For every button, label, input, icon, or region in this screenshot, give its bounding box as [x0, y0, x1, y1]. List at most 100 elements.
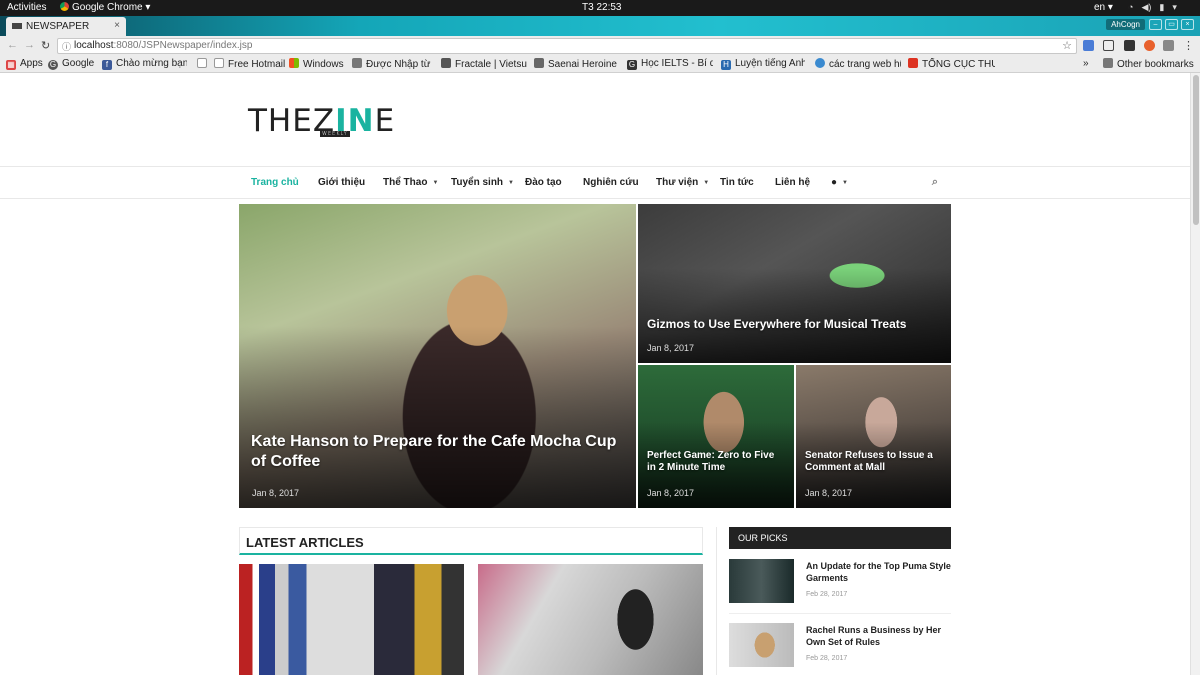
- section-heading: LATEST ARTICLES: [246, 535, 364, 550]
- minimize-window-button[interactable]: –: [1149, 19, 1162, 30]
- chevron-down-icon: ▼: [703, 180, 710, 186]
- app-menu[interactable]: Google Chrome ▾: [60, 2, 150, 13]
- globe-icon: [815, 58, 825, 68]
- info-icon[interactable]: ⓘ: [62, 40, 71, 53]
- article-thumbnail[interactable]: [239, 564, 464, 675]
- app-name: Google Chrome: [72, 2, 143, 13]
- bookmark-item[interactable]: G Google: [48, 58, 94, 70]
- pick-title[interactable]: An Update for the Top Puma Style Garment…: [806, 560, 951, 584]
- page-content: THEZINE WEEKLY Trang chủ Giới thiệu Thể …: [0, 73, 1190, 675]
- pick-date: Feb 28, 2017: [806, 591, 848, 598]
- latest-articles-header: LATEST ARTICLES: [239, 527, 703, 555]
- chevron-down-icon: ▾: [145, 2, 151, 13]
- bookmark-item[interactable]: Được Nhập từ IE: [352, 58, 434, 70]
- featured-date: Jan 8, 2017: [252, 488, 300, 498]
- battery-icon: ▮: [1159, 2, 1165, 12]
- folder-icon: [1103, 58, 1113, 68]
- bookmarks-overflow-button[interactable]: »: [1083, 58, 1089, 69]
- main-navigation: Trang chủ Giới thiệu Thể Thao ▼ Tuyển sin…: [0, 166, 1190, 199]
- bookmark-item[interactable]: Free Hotmail: [214, 58, 285, 70]
- chevron-down-icon: ▾: [1172, 2, 1177, 12]
- featured-date: Jan 8, 2017: [805, 488, 853, 498]
- volume-icon: ◀): [1141, 2, 1152, 12]
- search-icon[interactable]: ⌕: [932, 176, 938, 189]
- system-status-icons[interactable]: ◔ ◀) ▮ ▾: [1128, 2, 1177, 13]
- profile-badge[interactable]: AhCogn: [1106, 19, 1145, 30]
- user-icon: ●: [831, 177, 838, 188]
- bookmark-item[interactable]: Fractale | Vietsu: [441, 58, 527, 70]
- extension-icon[interactable]: [1144, 40, 1155, 51]
- reload-icon[interactable]: ↻: [41, 39, 50, 52]
- browser-tab[interactable]: NEWSPAPER ×: [6, 17, 126, 36]
- featured-article-main[interactable]: Kate Hanson to Prepare for the Cafe Moch…: [239, 204, 636, 508]
- activities-button[interactable]: Activities: [7, 2, 46, 13]
- system-clock[interactable]: T3 22:53: [582, 2, 621, 13]
- url-host: localhost: [74, 40, 114, 51]
- nav-item-news[interactable]: Tin tức: [720, 177, 754, 188]
- bookmark-item[interactable]: Windows: [289, 58, 344, 70]
- language-indicator[interactable]: en ▾: [1094, 2, 1113, 13]
- nav-item-research[interactable]: Nghiên cứu: [583, 177, 639, 188]
- bookmark-item[interactable]: các trang web hữ: [815, 58, 901, 70]
- chevron-down-icon: ▼: [842, 180, 848, 186]
- bookmarks-bar: ▦ Apps G Google f Chào mừng bạn Free Hotmai…: [0, 56, 1200, 73]
- pick-item[interactable]: An Update for the Top Puma Style Garment…: [729, 559, 951, 614]
- pick-title[interactable]: Rachel Runs a Business by Her Own Set of…: [806, 624, 951, 648]
- shield-extension-icon[interactable]: [1103, 40, 1114, 51]
- nav-item-sports[interactable]: Thể Thao ▼: [383, 177, 438, 188]
- article-thumbnail[interactable]: [478, 564, 703, 675]
- featured-title[interactable]: Kate Hanson to Prepare for the Cafe Moch…: [251, 432, 626, 472]
- bookmark-icon: [908, 58, 918, 68]
- bookmark-icon: [441, 58, 451, 68]
- column-divider: [716, 527, 717, 675]
- bookmark-item[interactable]: ▦ Apps: [6, 58, 43, 70]
- featured-date: Jan 8, 2017: [647, 488, 695, 498]
- windows-icon: [289, 58, 299, 68]
- nav-item-training[interactable]: Đào tạo: [525, 177, 562, 188]
- extension-icon[interactable]: [1163, 40, 1174, 51]
- featured-article[interactable]: Perfect Game: Zero to Five in 2 Minute T…: [638, 365, 794, 508]
- other-bookmarks[interactable]: Other bookmarks: [1103, 58, 1194, 70]
- page-scrollbar[interactable]: [1190, 73, 1200, 675]
- star-icon[interactable]: ☆: [1062, 39, 1072, 52]
- nav-item-home[interactable]: Trang chủ: [251, 177, 299, 188]
- bookmark-item[interactable]: [197, 58, 211, 70]
- bookmark-icon: [534, 58, 544, 68]
- translate-extension-icon[interactable]: [1083, 40, 1094, 51]
- apps-icon: ▦: [6, 60, 16, 70]
- close-window-button[interactable]: ×: [1181, 19, 1194, 30]
- address-bar[interactable]: ⓘ localhost:8080/JSPNewspaper/index.jsp …: [57, 38, 1077, 54]
- forward-arrow-icon[interactable]: →: [24, 39, 35, 51]
- nav-item-admissions[interactable]: Tuyển sinh ▼: [451, 177, 514, 188]
- bookmark-icon: G: [627, 60, 637, 70]
- bookmark-item[interactable]: H Luyện tiếng Anh: [721, 58, 805, 70]
- bookmark-item[interactable]: Saenai Heroine: [534, 58, 619, 70]
- extension-icon[interactable]: [1124, 40, 1135, 51]
- back-arrow-icon[interactable]: ←: [7, 39, 18, 51]
- featured-article[interactable]: Gizmos to Use Everywhere for Musical Tre…: [638, 204, 951, 363]
- page-icon: [214, 58, 224, 68]
- pick-thumbnail[interactable]: [729, 559, 794, 603]
- nav-item-library[interactable]: Thư viện ▼: [656, 177, 709, 188]
- page-favicon-icon: [12, 23, 22, 29]
- close-tab-icon[interactable]: ×: [114, 20, 120, 31]
- featured-title[interactable]: Senator Refuses to Issue a Comment at Ma…: [805, 450, 941, 474]
- scrollbar-thumb[interactable]: [1193, 75, 1199, 225]
- folder-icon: [352, 58, 362, 68]
- menu-icon[interactable]: ⋮: [1183, 39, 1194, 52]
- pick-thumbnail[interactable]: [729, 623, 794, 667]
- nav-item-about[interactable]: Giới thiệu: [318, 177, 365, 188]
- bookmark-item[interactable]: G Học IELTS - Bí q: [627, 58, 713, 70]
- site-logo[interactable]: THEZINE WEEKLY: [248, 103, 395, 139]
- bookmark-item[interactable]: f Chào mừng bạn: [102, 58, 187, 70]
- featured-article[interactable]: Senator Refuses to Issue a Comment at Ma…: [796, 365, 951, 508]
- pick-item[interactable]: Rachel Runs a Business by Her Own Set of…: [729, 623, 951, 675]
- user-menu[interactable]: ● ▼: [831, 177, 848, 188]
- maximize-window-button[interactable]: ▭: [1165, 19, 1178, 30]
- featured-title[interactable]: Perfect Game: Zero to Five in 2 Minute T…: [647, 450, 784, 474]
- bookmark-item[interactable]: TỔNG CỤC THUẾ: [908, 58, 995, 70]
- chevron-down-icon: ▼: [508, 180, 514, 186]
- nav-item-contact[interactable]: Liên hệ: [775, 177, 810, 188]
- featured-title[interactable]: Gizmos to Use Everywhere for Musical Tre…: [647, 317, 941, 331]
- chrome-icon: [60, 2, 69, 11]
